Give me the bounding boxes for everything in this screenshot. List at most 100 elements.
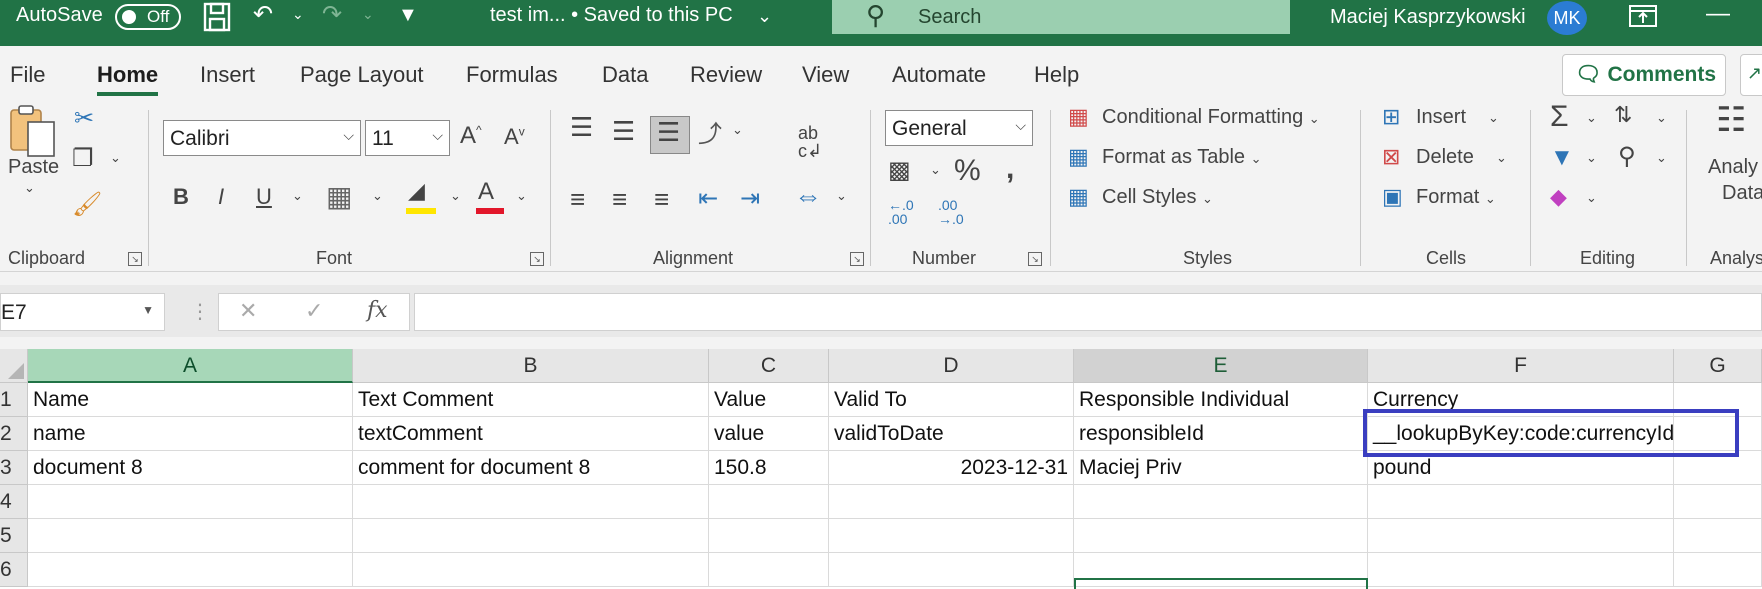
increase-font-icon[interactable]: A^ — [460, 122, 482, 150]
cell-c1[interactable]: Value — [709, 383, 829, 417]
tab-automate[interactable]: Automate — [892, 62, 986, 88]
insert-cells-button[interactable]: Insert — [1416, 106, 1466, 129]
row-header-5[interactable]: 5 — [0, 519, 28, 553]
tab-view[interactable]: View — [802, 62, 849, 88]
align-bottom-icon[interactable]: ☰ — [650, 116, 690, 154]
ribbon-display-icon[interactable] — [1628, 2, 1658, 35]
cell-f6[interactable] — [1368, 553, 1674, 587]
delete-dropdown-icon[interactable]: ⌄ — [1496, 150, 1507, 166]
increase-decimal-icon[interactable]: ←.0.00 — [888, 198, 914, 226]
cell-e1[interactable]: Responsible Individual — [1074, 383, 1368, 417]
tab-page-layout[interactable]: Page Layout — [300, 62, 424, 88]
cell-e5[interactable] — [1074, 519, 1368, 553]
cell-c5[interactable] — [709, 519, 829, 553]
alignment-launcher-icon[interactable]: ↘ — [850, 252, 864, 266]
cell-d5[interactable] — [829, 519, 1074, 553]
cancel-icon[interactable]: ✕ — [239, 298, 257, 324]
cell-f4[interactable] — [1368, 485, 1674, 519]
user-name[interactable]: Maciej Kasprzykowski — [1330, 6, 1526, 29]
formula-input[interactable] — [414, 293, 1762, 331]
cell-a5[interactable] — [28, 519, 353, 553]
cell-c2[interactable]: value — [709, 417, 829, 451]
column-header-d[interactable]: D — [829, 349, 1074, 383]
fill-icon[interactable]: ▼ — [1550, 144, 1574, 172]
bold-icon[interactable]: B — [173, 184, 189, 210]
borders-icon[interactable]: ▦ — [326, 180, 352, 213]
sort-filter-dropdown-icon[interactable]: ⌄ — [1656, 110, 1667, 126]
format-as-table-icon[interactable]: ▦ — [1068, 144, 1089, 170]
cell-b1[interactable]: Text Comment — [353, 383, 709, 417]
fill-color-dropdown-icon[interactable]: ⌄ — [450, 188, 461, 204]
paste-dropdown-icon[interactable]: ⌄ — [24, 180, 35, 196]
redo-dropdown-icon[interactable]: ⌄ — [362, 6, 374, 23]
copy-icon[interactable]: ❐ — [72, 144, 94, 173]
clear-dropdown-icon[interactable]: ⌄ — [1586, 190, 1597, 206]
cell-a1[interactable]: Name — [28, 383, 353, 417]
save-icon[interactable] — [203, 2, 231, 39]
cell-a6[interactable] — [28, 553, 353, 587]
cell-g6[interactable] — [1674, 553, 1762, 587]
cell-d6[interactable] — [829, 553, 1074, 587]
autosum-dropdown-icon[interactable]: ⌄ — [1586, 110, 1597, 126]
align-middle-icon[interactable]: ☰ — [612, 116, 635, 147]
cell-e3[interactable]: Maciej Priv — [1074, 451, 1368, 485]
cell-g5[interactable] — [1674, 519, 1762, 553]
cell-d3[interactable]: 2023-12-31 — [829, 451, 1074, 485]
column-header-c[interactable]: C — [709, 349, 829, 383]
cell-e4[interactable] — [1074, 485, 1368, 519]
cell-b6[interactable] — [353, 553, 709, 587]
comments-button[interactable]: 🗨 Comments — [1562, 54, 1726, 96]
cell-g4[interactable] — [1674, 485, 1762, 519]
cell-c3[interactable]: 150.8 — [709, 451, 829, 485]
analyze-data-label-2[interactable]: Data — [1722, 182, 1762, 205]
title-chevron-icon[interactable]: ⌄ — [757, 6, 772, 27]
tab-help[interactable]: Help — [1034, 62, 1079, 88]
merge-dropdown-icon[interactable]: ⌄ — [836, 188, 847, 204]
orientation-icon[interactable]: ⤴ — [698, 114, 722, 149]
minimize-icon[interactable]: — — [1706, 0, 1730, 28]
column-header-e[interactable]: E — [1074, 349, 1368, 383]
tab-home[interactable]: Home — [97, 62, 159, 96]
font-color-dropdown-icon[interactable]: ⌄ — [516, 188, 527, 204]
column-header-f[interactable]: F — [1368, 349, 1674, 383]
document-title[interactable]: test im... • Saved to this PC — [490, 4, 733, 27]
underline-dropdown-icon[interactable]: ⌄ — [292, 188, 303, 204]
enter-icon[interactable]: ✓ — [305, 298, 323, 324]
customize-toolbar-icon[interactable]: ▼ — [398, 4, 418, 27]
column-header-b[interactable]: B — [353, 349, 709, 383]
row-header-1[interactable]: 1 — [0, 383, 28, 417]
delete-cells-button[interactable]: Delete — [1416, 146, 1474, 169]
tab-review[interactable]: Review — [690, 62, 762, 88]
cell-b5[interactable] — [353, 519, 709, 553]
name-box[interactable]: E7 ▼ — [0, 293, 165, 331]
column-header-g[interactable]: G — [1674, 349, 1762, 383]
autosave-toggle[interactable]: Off — [115, 4, 181, 30]
analyze-data-label-1[interactable]: Analy — [1708, 156, 1758, 179]
decrease-font-icon[interactable]: Av — [504, 124, 525, 150]
format-painter-icon[interactable]: 🖌 — [72, 190, 102, 219]
cell-c6[interactable] — [709, 553, 829, 587]
cell-d4[interactable] — [829, 485, 1074, 519]
underline-icon[interactable]: U — [256, 184, 272, 210]
more-options-icon[interactable]: ⋮ — [190, 299, 210, 324]
orientation-dropdown-icon[interactable]: ⌄ — [732, 122, 743, 138]
borders-dropdown-icon[interactable]: ⌄ — [372, 188, 383, 204]
undo-dropdown-icon[interactable]: ⌄ — [292, 6, 304, 23]
insert-dropdown-icon[interactable]: ⌄ — [1488, 110, 1499, 126]
search-box[interactable]: ⚲ Search — [832, 0, 1290, 34]
row-header-4[interactable]: 4 — [0, 485, 28, 519]
cell-a2[interactable]: name — [28, 417, 353, 451]
conditional-formatting-icon[interactable]: ▦ — [1068, 104, 1089, 130]
copy-dropdown-icon[interactable]: ⌄ — [110, 150, 121, 166]
align-top-icon[interactable]: ☰ — [570, 112, 593, 143]
avatar[interactable]: MK — [1547, 1, 1587, 35]
decrease-decimal-icon[interactable]: .00 →.0 — [938, 198, 964, 226]
cell-styles-button[interactable]: Cell Styles ⌄ — [1102, 186, 1213, 209]
align-left-icon[interactable]: ≡ — [570, 184, 585, 215]
format-cells-button[interactable]: Format ⌄ — [1416, 186, 1496, 209]
cut-icon[interactable]: ✂ — [74, 104, 94, 133]
tab-insert[interactable]: Insert — [200, 62, 255, 88]
font-size-select[interactable]: 11 ⌵ — [365, 120, 450, 156]
share-button[interactable]: ↗ — [1740, 54, 1762, 96]
find-select-dropdown-icon[interactable]: ⌄ — [1656, 150, 1667, 166]
